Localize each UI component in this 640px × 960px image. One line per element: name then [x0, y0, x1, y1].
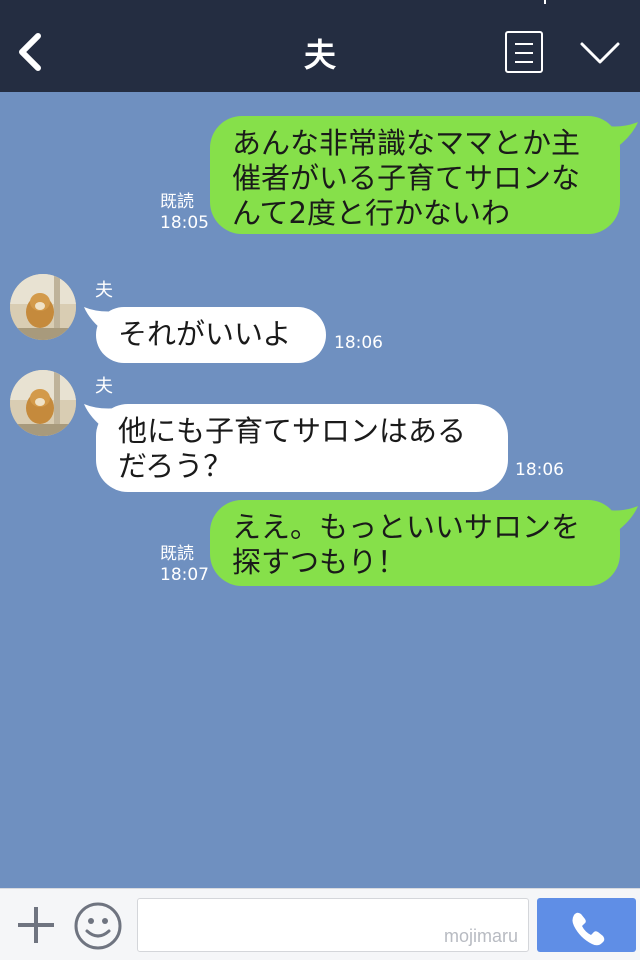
- read-receipt: 既読 18:07: [160, 544, 209, 585]
- avatar-dog-image: [10, 370, 76, 436]
- message-line: あんな非常識なママとか主: [232, 126, 581, 160]
- sender-name: 夫: [95, 376, 113, 397]
- message-line: それがいいよ: [118, 317, 292, 351]
- message-bubble-theirs[interactable]: 他にも子育てサロンはある だろう？: [96, 404, 508, 492]
- phone-icon: [572, 912, 605, 946]
- message-bubble-mine[interactable]: ええ。もっといいサロンを 探すつもり！: [210, 500, 620, 586]
- message-bubble-mine[interactable]: あんな非常識なママとか主 催者がいる子育てサロンな んて2度と行かないわ: [210, 116, 620, 234]
- message-line: だろう？: [118, 449, 233, 483]
- chat-area[interactable]: 既読 18:05 あんな非常識なママとか主 催者がいる子育てサロンな んて2度と…: [0, 92, 640, 888]
- message-line: 他にも子育てサロンはある: [118, 414, 467, 448]
- message-time: 18:06: [515, 460, 564, 480]
- bubble-tail: [606, 506, 638, 532]
- message-time: 18:06: [334, 333, 383, 353]
- read-receipt: 既読 18:05: [160, 192, 209, 233]
- message-line: んて2度と行かないわ: [232, 196, 511, 230]
- message-line: 探すつもり！: [232, 545, 407, 579]
- watermark: mojimaru: [443, 926, 518, 946]
- message-bubble-theirs[interactable]: それがいいよ: [96, 307, 326, 363]
- message-composer: mojimaru: [0, 888, 640, 960]
- avatar[interactable]: [10, 274, 76, 340]
- chat-header: 夫: [0, 0, 640, 92]
- message-input[interactable]: mojimaru: [137, 898, 529, 952]
- call-button[interactable]: [537, 898, 636, 952]
- emoji-icon[interactable]: [73, 901, 123, 951]
- message-line: ええ。もっといいサロンを: [232, 510, 581, 544]
- chevron-down-icon[interactable]: [578, 36, 622, 70]
- sender-name: 夫: [95, 280, 113, 301]
- status-mark-icon: [544, 0, 546, 4]
- chat-title: 夫: [303, 36, 336, 74]
- avatar[interactable]: [10, 370, 76, 436]
- plus-icon[interactable]: [14, 903, 58, 947]
- message-line: 催者がいる子育てサロンな: [232, 161, 581, 195]
- avatar-dog-image: [10, 274, 76, 340]
- bubble-tail: [606, 122, 638, 148]
- menu-icon[interactable]: [505, 31, 543, 73]
